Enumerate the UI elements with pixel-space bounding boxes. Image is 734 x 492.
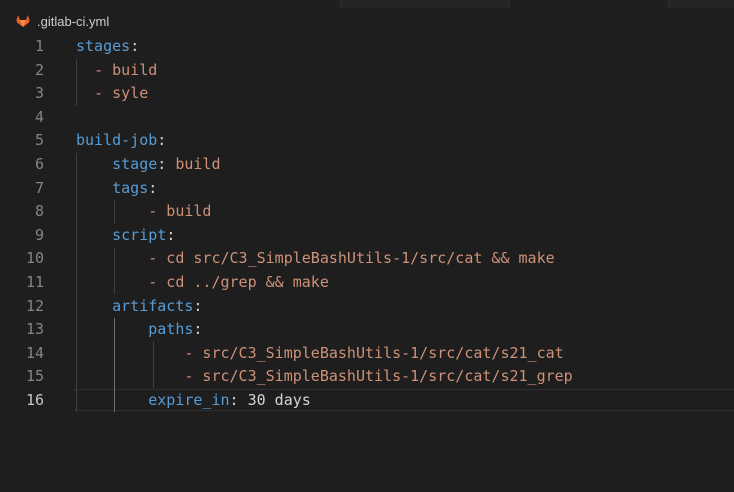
code-line[interactable]: 2 - build [0,59,734,83]
code-text: - syle [76,82,148,106]
code-line[interactable]: 3 - syle [0,82,734,106]
line-number: 12 [25,296,44,315]
code-line[interactable]: 11 - cd ../grep && make [0,271,734,295]
line-number: 10 [25,249,44,268]
code-line[interactable]: 13 paths: [0,318,734,342]
tab-strip-active[interactable] [342,0,508,8]
yaml-punctuation: : [193,320,203,339]
code-line[interactable]: 10 - cd src/C3_SimpleBashUtils-1/src/cat… [0,247,734,271]
yaml-punctuation [76,179,112,197]
yaml-value: - cd ../grep && make [148,272,329,291]
yaml-punctuation: : [229,390,248,409]
tab-bar [0,0,734,8]
yaml-key: stage [112,154,158,173]
code-line[interactable]: 7 tags: [0,177,734,201]
code-text: paths: [76,318,202,342]
yaml-key: script [112,225,167,244]
code-editor[interactable]: 1 stages: 2 - build 3 - syle 4 5 build-job: 6 s… [0,35,734,492]
yaml-punctuation [76,155,112,173]
breadcrumb-filename[interactable]: .gitlab-ci.yml [37,14,109,29]
yaml-value: - build [94,60,158,79]
yaml-punctuation: : [166,225,176,244]
line-number: 7 [34,178,44,197]
code-text: tags: [76,177,157,201]
code-line[interactable]: 1 stages: [0,35,734,59]
yaml-value: - src/C3_SimpleBashUtils-1/src/cat/s21_c… [184,343,564,362]
code-text: artifacts: [76,295,202,319]
yaml-value: build [175,154,221,173]
code-line[interactable]: 12 artifacts: [0,295,734,319]
line-number: 14 [25,343,44,362]
code-line[interactable]: 4 [0,106,734,130]
yaml-punctuation [76,297,112,315]
yaml-key: artifacts [112,296,194,315]
tab-strip-right[interactable] [510,0,668,8]
yaml-key: paths [148,320,194,339]
line-number: 9 [34,225,44,244]
gitlab-icon [16,15,30,27]
code-text: - cd ../grep && make [76,271,329,295]
line-number: 1 [34,37,44,55]
yaml-punctuation [76,320,148,338]
yaml-punctuation [76,61,94,79]
code-text: build-job: [76,129,166,153]
code-line[interactable]: 9 script: [0,224,734,248]
line-number: 5 [34,131,44,150]
tab-strip-end [670,0,734,8]
yaml-value: - syle [94,84,149,103]
yaml-punctuation [76,391,148,409]
yaml-punctuation [76,273,148,291]
code-text: expire_in: 30 days [76,389,311,413]
yaml-punctuation: : [148,178,158,197]
line-number: 4 [34,107,44,126]
yaml-punctuation: : [130,37,140,55]
yaml-key: build-job [76,131,158,150]
code-text: - build [76,200,211,224]
line-number: 13 [25,320,44,339]
line-number: 8 [34,202,44,221]
yaml-punctuation [76,249,148,267]
yaml-punctuation [76,344,184,362]
line-number: 6 [34,154,44,173]
line-number: 11 [25,272,44,291]
code-text: - build [76,59,157,83]
code-line[interactable]: 14 - src/C3_SimpleBashUtils-1/src/cat/s2… [0,342,734,366]
code-text: stage: build [76,153,221,177]
yaml-punctuation: : [157,154,176,173]
code-line[interactable]: 15 - src/C3_SimpleBashUtils-1/src/cat/s2… [0,365,734,389]
line-number: 3 [34,84,44,103]
code-text: - src/C3_SimpleBashUtils-1/src/cat/s21_g… [76,365,573,389]
line-number: 15 [25,367,44,386]
code-text: - cd src/C3_SimpleBashUtils-1/src/cat &&… [76,247,555,271]
code-line[interactable]: 5 build-job: [0,129,734,153]
yaml-key: stages [76,37,131,55]
yaml-value: - cd src/C3_SimpleBashUtils-1/src/cat &&… [148,249,555,268]
code-line[interactable]: 8 - build [0,200,734,224]
code-line[interactable]: 16 expire_in: 30 days [0,389,734,413]
yaml-value: - src/C3_SimpleBashUtils-1/src/cat/s21_g… [184,367,573,386]
breadcrumb: .gitlab-ci.yml [0,8,734,34]
yaml-value: - build [148,202,212,221]
yaml-punctuation [76,367,184,385]
yaml-punctuation: 30 days [247,390,311,409]
code-text: - src/C3_SimpleBashUtils-1/src/cat/s21_c… [76,342,564,366]
code-text: stages: [76,35,139,59]
yaml-key: tags [112,178,149,197]
line-number: 2 [34,60,44,79]
tab-strip-left[interactable] [0,0,340,8]
yaml-punctuation [76,202,148,220]
yaml-key: expire_in [148,390,230,409]
yaml-punctuation: : [193,296,203,315]
code-line[interactable]: 6 stage: build [0,153,734,177]
code-text: script: [76,224,175,248]
line-number: 16 [25,390,44,409]
yaml-punctuation [76,84,94,102]
yaml-punctuation [76,226,112,244]
yaml-punctuation: : [157,131,167,150]
